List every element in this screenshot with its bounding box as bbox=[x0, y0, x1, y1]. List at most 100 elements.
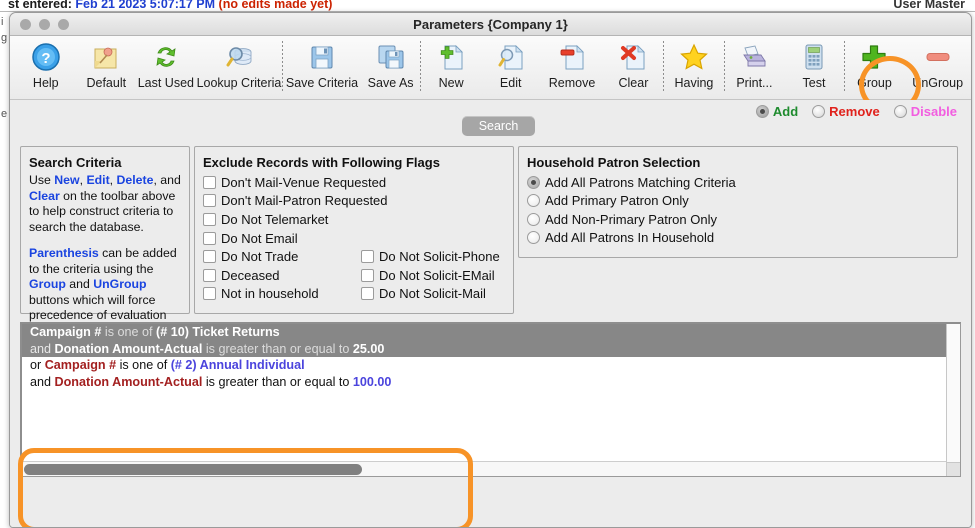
help-link-ungroup[interactable]: UnGroup bbox=[93, 277, 146, 291]
checkbox-label: Don't Mail-Patron Requested bbox=[221, 193, 388, 209]
checkbox-label: Do Not Solicit-EMail bbox=[379, 267, 495, 283]
main-toolbar: ? Help Default Last Used Lookup Criteria… bbox=[10, 36, 971, 114]
criteria-row-3[interactable]: or Campaign # is one of (# 2) Annual Ind… bbox=[22, 357, 960, 374]
radio-add-all-patrons-in-household[interactable]: Add All Patrons In Household bbox=[527, 229, 949, 248]
toolbar-button-group[interactable]: Group bbox=[845, 36, 905, 98]
checkbox-box-icon[interactable] bbox=[203, 250, 216, 264]
toolbar-label-ungroup: UnGroup bbox=[912, 76, 964, 90]
checkbox-label: Do Not Telemarket bbox=[221, 211, 329, 227]
criteria-list[interactable]: Campaign # is one of (# 10) Ticket Retur… bbox=[20, 322, 961, 477]
mode-label-add: Add bbox=[772, 103, 799, 119]
help-icon: ? bbox=[29, 41, 63, 73]
toolbar-button-last-used[interactable]: Last Used bbox=[136, 36, 196, 98]
floppy-disks-copy-icon bbox=[374, 41, 408, 73]
red-minus-icon bbox=[921, 41, 955, 73]
help-link-group[interactable]: Group bbox=[29, 277, 66, 291]
checkbox-box-icon[interactable] bbox=[203, 194, 216, 208]
criteria-row-2[interactable]: and Donation Amount-Actual is greater th… bbox=[22, 340, 960, 357]
toolbar-button-save-as[interactable]: Save As bbox=[361, 36, 421, 98]
radio-dot-icon[interactable] bbox=[527, 231, 540, 245]
radio-dot-icon[interactable] bbox=[527, 212, 540, 226]
horizontal-scrollbar-thumb[interactable] bbox=[24, 464, 362, 475]
background-left-column: i g e bbox=[0, 12, 9, 528]
background-left-text-1: i bbox=[1, 16, 4, 28]
help-paragraph-gap bbox=[29, 235, 181, 246]
help-link-parenthesis[interactable]: Parenthesis bbox=[29, 246, 99, 260]
radio-label: Add All Patrons In Household bbox=[545, 230, 715, 246]
toolbar-label-print: Print... bbox=[736, 76, 773, 90]
toolbar-button-help[interactable]: ? Help bbox=[16, 36, 76, 98]
svg-text:?: ? bbox=[41, 50, 50, 67]
help-sep-2: , bbox=[109, 173, 117, 187]
checkbox-label: Do Not Solicit-Mail bbox=[379, 286, 486, 302]
mode-radio-disable[interactable]: Disable bbox=[893, 104, 957, 119]
radio-add-primary-patron-only[interactable]: Add Primary Patron Only bbox=[527, 192, 949, 211]
criteria-row-4[interactable]: and Donation Amount-Actual is greater th… bbox=[22, 374, 960, 391]
toolbar-button-new[interactable]: New bbox=[421, 36, 481, 98]
checkbox-label: Do Not Email bbox=[221, 230, 298, 246]
radio-dot-icon[interactable] bbox=[527, 194, 540, 208]
checkbox-do-not-email[interactable]: Do Not Email bbox=[203, 229, 505, 248]
document-magnifier-icon bbox=[494, 41, 528, 73]
checkbox-do-not-solicit-email[interactable]: Do Not Solicit-EMail bbox=[361, 266, 500, 285]
mode-radio-add[interactable]: Add bbox=[755, 103, 799, 119]
radio-dot-icon[interactable] bbox=[527, 175, 540, 189]
toolbar-button-having[interactable]: Having bbox=[664, 36, 724, 98]
criteria-field: Campaign # bbox=[30, 325, 102, 339]
checkbox-box-icon[interactable] bbox=[203, 231, 216, 245]
exclude-flags-grid: Don't Mail-Venue Requested Don't Mail-Pa… bbox=[203, 173, 505, 303]
criteria-list-vertical-scrollbar[interactable] bbox=[946, 324, 960, 476]
checkbox-box-icon[interactable] bbox=[203, 175, 216, 189]
help-link-clear[interactable]: Clear bbox=[29, 189, 60, 203]
criteria-row-1[interactable]: Campaign # is one of (# 10) Ticket Retur… bbox=[22, 324, 960, 341]
checkbox-box-icon[interactable] bbox=[361, 250, 374, 264]
dialog-titlebar[interactable]: Parameters {Company 1} bbox=[10, 13, 971, 36]
toolbar-label-clear: Clear bbox=[618, 76, 649, 90]
toolbar-button-clear[interactable]: Clear bbox=[604, 36, 664, 98]
checkbox-do-not-telemarket[interactable]: Do Not Telemarket bbox=[203, 210, 505, 229]
criteria-list-horizontal-scrollbar[interactable] bbox=[22, 461, 946, 476]
toolbar-button-edit[interactable]: Edit bbox=[481, 36, 541, 98]
radio-dot-remove-icon[interactable] bbox=[812, 104, 826, 118]
criteria-value: (# 2) Annual Individual bbox=[170, 358, 305, 372]
exclude-flags-title: Exclude Records with Following Flags bbox=[203, 155, 440, 170]
new-document-plus-icon bbox=[434, 41, 468, 73]
checkbox-label: Don't Mail-Venue Requested bbox=[221, 174, 387, 190]
checkbox-box-icon[interactable] bbox=[203, 268, 216, 282]
mode-radio-remove[interactable]: Remove bbox=[812, 104, 880, 119]
toolbar-label-new: New bbox=[438, 76, 464, 90]
checkbox-do-not-solicit-mail[interactable]: Do Not Solicit-Mail bbox=[361, 285, 500, 304]
checkbox-do-not-solicit-phone[interactable]: Do Not Solicit-Phone bbox=[361, 248, 500, 267]
toolbar-button-save-criteria[interactable]: Save Criteria bbox=[283, 36, 361, 98]
checkbox-box-icon[interactable] bbox=[361, 287, 374, 301]
checkbox-dont-mail-venue[interactable]: Don't Mail-Venue Requested bbox=[203, 173, 505, 192]
checkbox-box-icon[interactable] bbox=[203, 287, 216, 301]
background-left-text-2: g bbox=[1, 32, 8, 44]
help-link-edit[interactable]: Edit bbox=[86, 173, 109, 187]
criteria-operator: is greater than or equal to bbox=[202, 341, 353, 356]
checkbox-dont-mail-patron[interactable]: Don't Mail-Patron Requested bbox=[203, 192, 505, 211]
toolbar-button-default[interactable]: Default bbox=[76, 36, 136, 98]
radio-dot-disable-icon[interactable] bbox=[893, 104, 907, 118]
toolbar-button-lookup-criteria[interactable]: Lookup Criteria bbox=[196, 36, 283, 98]
search-button[interactable]: Search bbox=[462, 116, 535, 136]
search-criteria-help-text-1: Use New, Edit, Delete, and Clear on the … bbox=[29, 173, 181, 235]
toolbar-button-test[interactable]: Test bbox=[784, 36, 844, 98]
toolbar-button-ungroup[interactable]: UnGroup bbox=[904, 36, 971, 98]
toolbar-button-print[interactable]: Print... bbox=[725, 36, 785, 98]
criteria-value: (# 10) Ticket Returns bbox=[156, 325, 280, 339]
checkbox-box-icon[interactable] bbox=[203, 212, 216, 226]
magnifier-database-icon bbox=[222, 41, 256, 73]
help-link-new[interactable]: New bbox=[54, 173, 79, 187]
radio-add-non-primary-patron-only[interactable]: Add Non-Primary Patron Only bbox=[527, 210, 949, 229]
help-link-delete[interactable]: Delete bbox=[117, 173, 154, 187]
criteria-value: 100.00 bbox=[352, 374, 392, 389]
checkbox-box-icon[interactable] bbox=[361, 268, 374, 282]
status-prefix: st entered: bbox=[8, 0, 72, 11]
toolbar-label-having: Having bbox=[674, 76, 714, 90]
radio-add-all-patrons-matching[interactable]: Add All Patrons Matching Criteria bbox=[527, 173, 949, 192]
toolbar-button-remove[interactable]: Remove bbox=[540, 36, 603, 98]
radio-dot-add-icon[interactable] bbox=[755, 104, 769, 118]
household-patron-title: Household Patron Selection bbox=[527, 155, 701, 170]
criteria-list-scroll-corner bbox=[946, 462, 960, 476]
